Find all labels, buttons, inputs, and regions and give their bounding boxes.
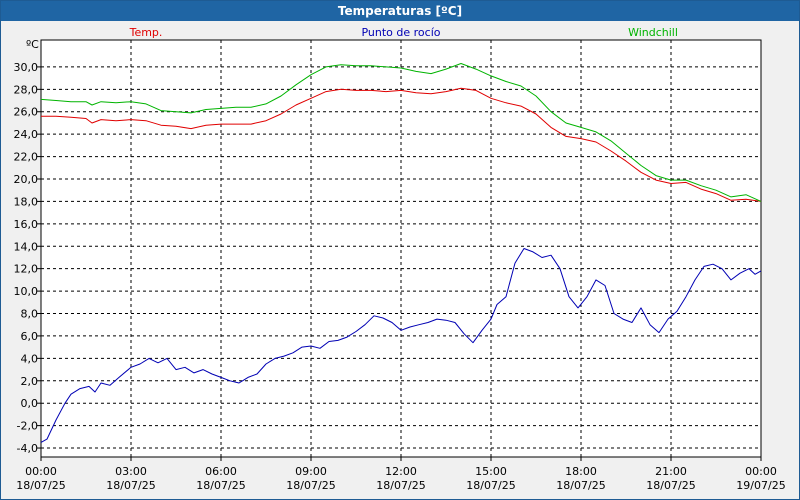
x-tick-time: 06:00 <box>205 465 237 478</box>
x-tick-date: 18/07/25 <box>646 479 695 492</box>
y-tick-label: 28,0 <box>14 83 39 96</box>
x-tick-time: 00:00 <box>25 465 57 478</box>
x-tick-date: 18/07/25 <box>466 479 515 492</box>
legend-temp: Temp. <box>129 26 163 39</box>
window-title: Temperaturas [ºC] <box>1 1 799 21</box>
x-tick-time: 15:00 <box>475 465 507 478</box>
x-tick-date: 18/07/25 <box>16 479 65 492</box>
y-tick-label: 2,0 <box>21 375 39 388</box>
x-tick-time: 18:00 <box>565 465 597 478</box>
y-tick-label: 26,0 <box>14 106 39 119</box>
y-tick-label: 10,0 <box>14 285 39 298</box>
x-tick-date: 18/07/25 <box>556 479 605 492</box>
y-tick-label: 6,0 <box>21 330 39 343</box>
y-tick-label: 8,0 <box>21 308 39 321</box>
x-tick-time: 21:00 <box>655 465 687 478</box>
x-tick-date: 18/07/25 <box>286 479 335 492</box>
chart-window: Temperaturas [ºC] -4,0 -2,0 0,0 2,0 4,0 6,0 8,… <box>0 0 800 500</box>
legend-dew-point: Punto de rocío <box>361 26 440 39</box>
y-tick-label: 12,0 <box>14 263 39 276</box>
y-tick-label: 24,0 <box>14 128 39 141</box>
y-tick-label: 16,0 <box>14 218 39 231</box>
y-tick-label: 30,0 <box>14 61 39 74</box>
y-tick-label: 4,0 <box>21 352 39 365</box>
x-tick-date: 18/07/25 <box>376 479 425 492</box>
x-tick-date: 18/07/25 <box>196 479 245 492</box>
legend-windchill: Windchill <box>628 26 678 39</box>
x-tick-date: 18/07/25 <box>106 479 155 492</box>
x-tick-date: 19/07/25 <box>736 479 785 492</box>
y-tick-label: 18,0 <box>14 195 39 208</box>
y-tick-label: 20,0 <box>14 173 39 186</box>
x-tick-time: 09:00 <box>295 465 327 478</box>
chart: -4,0 -2,0 0,0 2,0 4,0 6,0 8,0 10,0 12,0 14,0 16,0 1… <box>14 26 786 492</box>
x-tick-time: 00:00 <box>745 465 777 478</box>
y-axis: -4,0 -2,0 0,0 2,0 4,0 6,0 8,0 10,0 12,0 14,0 16,0 1… <box>14 61 41 455</box>
x-tick-time: 03:00 <box>115 465 147 478</box>
y-tick-label: -2,0 <box>17 420 38 433</box>
y-tick-label: -4,0 <box>17 442 38 455</box>
y-axis-unit: ºC <box>26 38 39 51</box>
y-tick-label: 14,0 <box>14 240 39 253</box>
y-tick-label: 22,0 <box>14 151 39 164</box>
x-axis: 00:0018/07/2503:0018/07/2506:0018/07/250… <box>16 457 786 492</box>
y-tick-label: 0,0 <box>21 397 39 410</box>
x-tick-time: 12:00 <box>385 465 417 478</box>
